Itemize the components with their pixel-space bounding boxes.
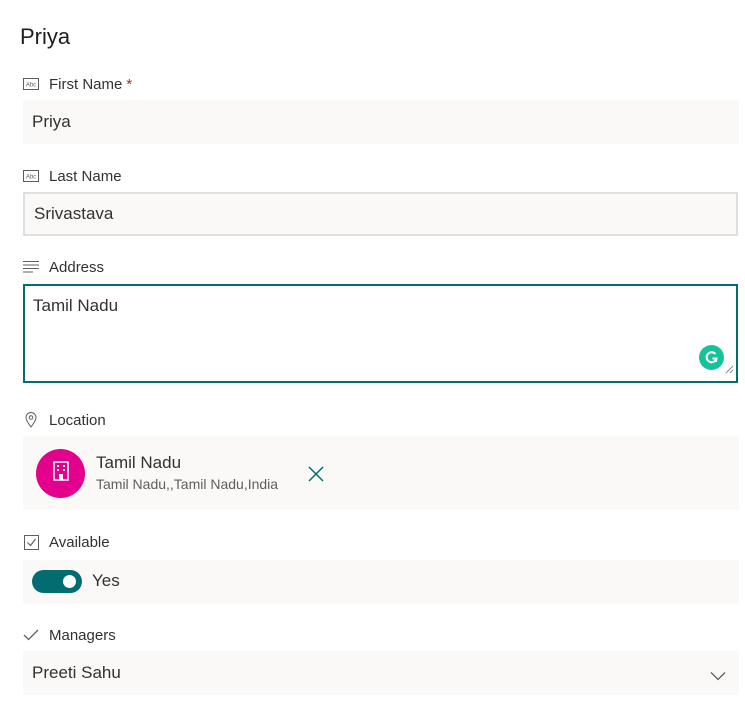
last-name-value: Srivastava <box>34 204 114 223</box>
available-toggle-row: Yes <box>23 560 739 604</box>
text-field-icon: Abc <box>22 75 40 93</box>
location-name: Tamil Nadu <box>96 453 182 472</box>
address-value: Tamil Nadu <box>33 296 119 315</box>
checkmark-icon <box>22 626 40 644</box>
address-label: Address <box>49 258 105 276</box>
grammarly-icon[interactable] <box>699 345 724 370</box>
location-avatar <box>36 449 85 498</box>
address-textarea[interactable]: Tamil Nadu <box>23 284 738 383</box>
managers-label: Managers <box>49 626 116 644</box>
managers-dropdown[interactable]: Preeti Sahu <box>23 651 739 695</box>
available-label-row: Available <box>22 532 110 552</box>
first-name-label: First Name <box>49 75 123 93</box>
last-name-field[interactable]: Srivastava <box>23 192 738 236</box>
available-toggle-text: Yes <box>92 571 120 590</box>
address-label-row: Address <box>22 257 104 277</box>
text-field-icon: Abc <box>22 167 40 185</box>
first-name-value: Priya <box>32 112 71 131</box>
svg-text:Abc: Abc <box>26 83 36 89</box>
location-label-row: Location <box>22 410 106 430</box>
managers-label-row: Managers <box>22 625 116 645</box>
checkbox-icon <box>22 533 40 551</box>
last-name-label-row: Abc Last Name <box>22 166 122 186</box>
first-name-field[interactable]: Priya <box>23 100 739 144</box>
building-icon <box>52 461 69 486</box>
required-marker: * <box>126 75 133 93</box>
location-pin-icon <box>22 411 40 429</box>
multiline-text-icon <box>22 258 40 276</box>
last-name-label: Last Name <box>49 167 122 185</box>
location-address: Tamil Nadu,,Tamil Nadu,India <box>96 476 279 492</box>
available-toggle[interactable] <box>32 570 82 593</box>
managers-value: Preeti Sahu <box>32 663 121 682</box>
location-card[interactable]: Tamil Nadu Tamil Nadu,,Tamil Nadu,India <box>23 436 739 510</box>
chevron-down-icon[interactable] <box>710 666 726 686</box>
resize-handle-icon[interactable] <box>725 359 734 379</box>
toggle-knob <box>63 575 76 588</box>
first-name-label-row: Abc First Name * <box>22 74 132 94</box>
close-icon[interactable] <box>306 464 326 484</box>
location-label: Location <box>49 411 106 429</box>
svg-text:Abc: Abc <box>26 175 36 181</box>
form-title: Priya <box>20 24 71 49</box>
available-label: Available <box>49 533 110 551</box>
